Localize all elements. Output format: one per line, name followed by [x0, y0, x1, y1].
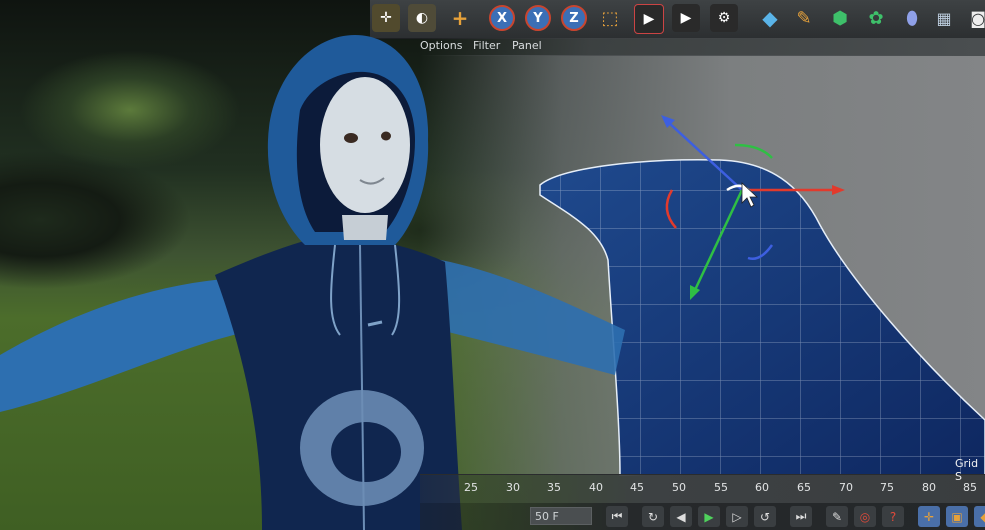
next-key-icon[interactable]: ↺ [754, 506, 776, 527]
tick-label: 55 [714, 481, 728, 494]
step-back-icon[interactable]: ◀ [670, 506, 692, 527]
keyframe-help-icon[interactable]: ? [882, 506, 904, 527]
tick-label: 30 [506, 481, 520, 494]
tick-label: 80 [922, 481, 936, 494]
right-arm-sleeve [430, 258, 625, 375]
tick-label: 45 [630, 481, 644, 494]
tick-label: 60 [755, 481, 769, 494]
play-icon[interactable]: ▶ [698, 506, 720, 527]
tick-label: 75 [880, 481, 894, 494]
character-figure [0, 35, 625, 530]
go-to-end-icon[interactable]: ⏭ [790, 506, 812, 527]
tick-label: 65 [797, 481, 811, 494]
left-arm-sleeve [0, 278, 255, 412]
go-to-start-icon[interactable]: ⏮ [606, 506, 628, 527]
current-frame-field[interactable]: 50 F [530, 507, 592, 525]
tick-label: 25 [464, 481, 478, 494]
record-icon[interactable]: ✎ [826, 506, 848, 527]
autokey-icon[interactable]: ◎ [854, 506, 876, 527]
move-key-icon[interactable]: ✛ [918, 506, 940, 527]
tick-label: 50 [672, 481, 686, 494]
loop-icon[interactable]: ↻ [642, 506, 664, 527]
tick-label: 35 [547, 481, 561, 494]
timeline-ruler[interactable]: 25 30 35 40 45 50 55 60 65 70 75 80 85 [420, 474, 985, 503]
grid-spacing-label: Grid S [955, 457, 979, 483]
scale-key-icon[interactable]: ▣ [946, 506, 968, 527]
rotate-key-icon[interactable]: ◆ [974, 506, 985, 527]
tick-label: 40 [589, 481, 603, 494]
step-forward-icon[interactable]: ▷ [726, 506, 748, 527]
transport-bar: ⏮ ↻ ◀ ▶ ▷ ↺ ⏭ ✎ ◎ ? ✛ ▣ ◆ [420, 503, 985, 530]
tick-label: 70 [839, 481, 853, 494]
